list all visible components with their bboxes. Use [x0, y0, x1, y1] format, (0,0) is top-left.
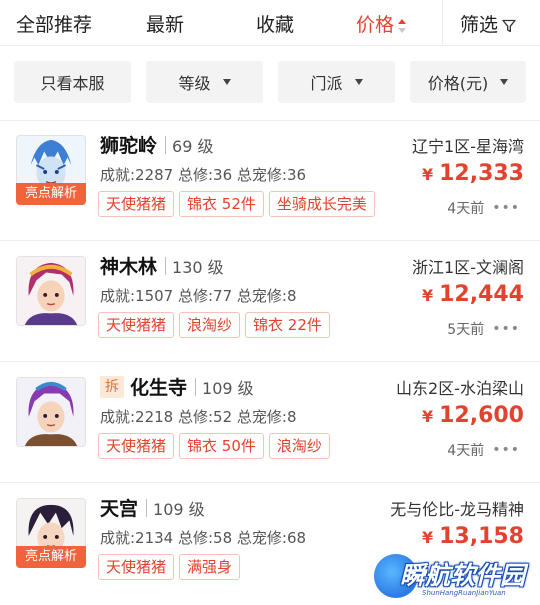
listing-item[interactable]: 亮点解析 狮驼岭 69 级 成就:2287 总修:36 总宠修:36 天使猪猪 …	[0, 121, 540, 241]
watermark-title: 瞬航软件园	[400, 561, 526, 590]
filter-row: 只看本服 等级 门派 价格(元)	[0, 46, 540, 120]
listing-meta: 4天前 •••	[447, 198, 520, 218]
character-level: 109 级	[202, 378, 254, 398]
tab-price[interactable]: 价格	[356, 10, 407, 37]
caret-down-icon	[500, 79, 509, 85]
character-avatar	[16, 377, 86, 447]
tag-list: 天使猪猪 浪淘纱 锦衣 22件	[98, 312, 335, 338]
feature-tag: 天使猪猪	[98, 312, 175, 338]
divider	[195, 377, 197, 396]
divider	[146, 498, 148, 517]
tag-list: 天使猪猪 锦衣 50件 浪淘纱	[98, 433, 335, 459]
filter-label: 等级	[178, 74, 211, 93]
character-level: 69 级	[172, 136, 214, 156]
tag-list: 天使猪猪 满强身	[98, 554, 245, 580]
school-name: 化生寺	[130, 377, 188, 399]
currency-symbol: ¥	[421, 165, 434, 184]
feature-tag: 锦衣 52件	[179, 191, 264, 217]
school-name: 狮驼岭	[100, 135, 158, 157]
tab-filter[interactable]: 筛选	[460, 10, 516, 37]
tag-list: 天使猪猪 锦衣 52件 坐骑成长完美	[98, 191, 380, 217]
feature-tag: 锦衣 22件	[245, 312, 330, 338]
school-name: 天宫	[100, 498, 139, 520]
price: ¥12,333	[422, 161, 524, 186]
filter-label: 只看本服	[40, 74, 105, 93]
name-line: 神木林 130 级	[100, 252, 224, 279]
tab-newest[interactable]: 最新	[146, 10, 184, 37]
filter-label: 门派	[310, 74, 343, 93]
feature-tag: 天使猪猪	[98, 554, 175, 580]
listed-time: 4天前	[447, 443, 485, 459]
price: ¥13,158	[422, 524, 524, 549]
currency-symbol: ¥	[421, 407, 434, 426]
caret-down-icon	[354, 79, 363, 85]
tab-label: 最新	[146, 14, 185, 36]
feature-tag: 天使猪猪	[98, 433, 175, 459]
funnel-icon	[502, 19, 516, 32]
divider	[165, 135, 167, 154]
filter-label: 价格(元)	[427, 74, 489, 93]
listing-item[interactable]: 神木林 130 级 成就:1507 总修:77 总宠修:8 天使猪猪 浪淘纱 锦…	[0, 242, 540, 362]
price-value: 12,444	[439, 282, 524, 307]
filter-school-dropdown[interactable]: 门派	[278, 61, 395, 103]
price-value: 13,158	[439, 524, 524, 549]
character-avatar	[16, 256, 86, 326]
price-value: 12,600	[439, 403, 524, 428]
split-tag: 拆	[100, 375, 124, 398]
server-name: 山东2区-水泊梁山	[396, 379, 524, 398]
more-icon[interactable]: •••	[492, 321, 520, 337]
listing-meta: 5天前 •••	[447, 319, 520, 339]
highlight-analysis-badge[interactable]: 亮点解析	[16, 183, 86, 205]
character-stats: 成就:2134 总修:58 总宠修:68	[100, 529, 307, 547]
feature-tag: 天使猪猪	[98, 191, 175, 217]
tab-label: 筛选	[460, 14, 499, 36]
character-stats: 成就:2218 总修:52 总宠修:8	[100, 408, 297, 426]
character-stats: 成就:1507 总修:77 总宠修:8	[100, 287, 297, 305]
tab-label: 全部推荐	[16, 14, 93, 36]
tab-all-recommended[interactable]: 全部推荐	[16, 10, 92, 37]
currency-symbol: ¥	[421, 286, 434, 305]
character-level: 109 级	[153, 499, 205, 519]
listing-item[interactable]: 拆 化生寺 109 级 成就:2218 总修:52 总宠修:8 天使猪猪 锦衣 …	[0, 363, 540, 483]
price-value: 12,333	[439, 161, 524, 186]
feature-tag: 锦衣 50件	[179, 433, 264, 459]
price: ¥12,600	[422, 403, 524, 428]
server-name: 无与伦比-龙马精神	[390, 500, 524, 519]
filter-level-dropdown[interactable]: 等级	[146, 61, 263, 103]
watermark-logo: 瞬航软件园 ShunHangRuanJianYuan	[370, 552, 540, 605]
feature-tag: 坐骑成长完美	[268, 191, 375, 217]
divider	[165, 256, 167, 275]
school-name: 神木林	[100, 256, 158, 278]
feature-tag: 浪淘纱	[179, 312, 241, 338]
price: ¥12,444	[422, 282, 524, 307]
server-name: 辽宁1区-星海湾	[412, 137, 524, 156]
feature-tag: 浪淘纱	[268, 433, 330, 459]
sort-bar: 全部推荐 最新 收藏 价格 筛选	[0, 0, 540, 46]
watermark-subtitle: ShunHangRuanJianYuan	[422, 589, 506, 597]
highlight-analysis-badge[interactable]: 亮点解析	[16, 546, 86, 568]
more-icon[interactable]: •••	[492, 200, 520, 216]
caret-down-icon	[222, 79, 231, 85]
tab-divider	[442, 0, 443, 46]
listed-time: 5天前	[447, 322, 485, 338]
server-name: 浙江1区-文澜阁	[412, 258, 524, 277]
tab-favorites[interactable]: 收藏	[256, 10, 294, 37]
character-stats: 成就:2287 总修:36 总宠修:36	[100, 166, 307, 184]
filter-this-server[interactable]: 只看本服	[14, 61, 131, 103]
feature-tag: 满强身	[179, 554, 241, 580]
name-line: 天宫 109 级	[100, 494, 205, 521]
filter-price-dropdown[interactable]: 价格(元)	[410, 61, 526, 103]
name-line: 拆 化生寺 109 级	[100, 373, 254, 400]
tab-label: 价格	[356, 14, 395, 36]
tab-label: 收藏	[256, 14, 295, 36]
listed-time: 4天前	[447, 201, 485, 217]
listing-meta: 4天前 •••	[447, 440, 520, 460]
currency-symbol: ¥	[421, 528, 434, 547]
character-level: 130 级	[172, 257, 224, 277]
name-line: 狮驼岭 69 级	[100, 131, 213, 158]
sort-arrows-icon	[398, 18, 407, 33]
more-icon[interactable]: •••	[492, 442, 520, 458]
